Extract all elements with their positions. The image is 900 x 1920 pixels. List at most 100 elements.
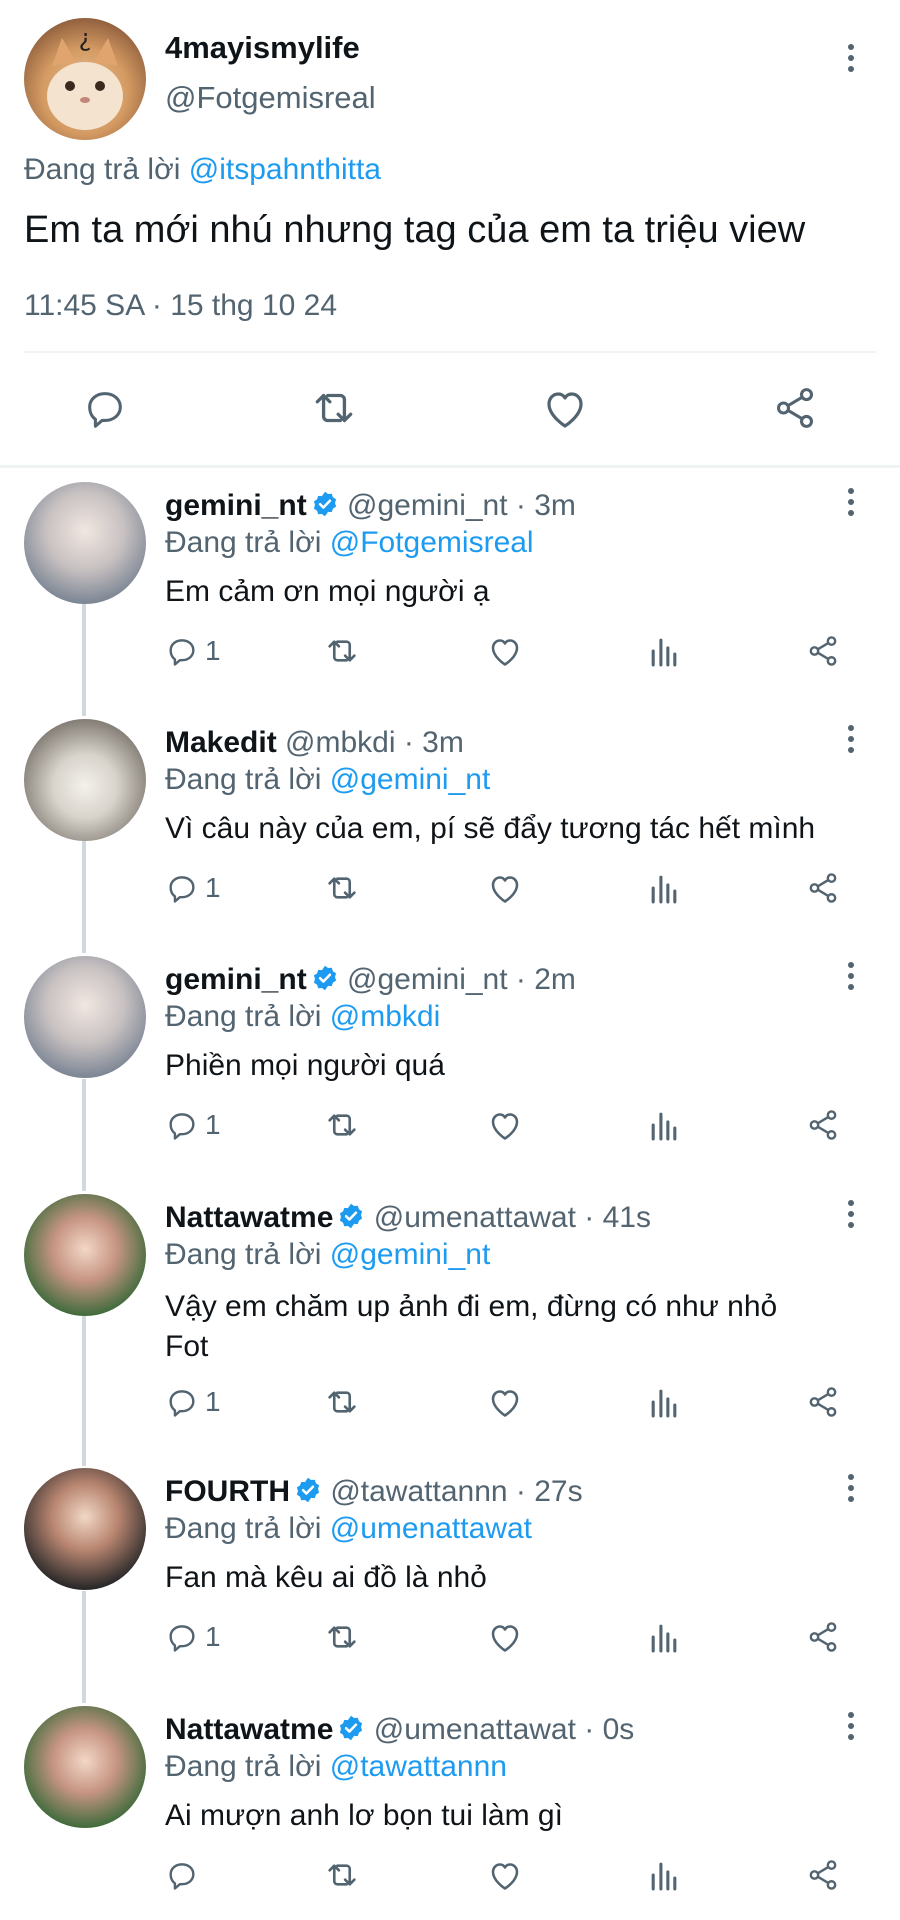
reply-header: Makedit @mbkdi · 3m [165, 726, 464, 760]
retweet-icon[interactable] [322, 871, 362, 905]
views-icon[interactable] [648, 634, 680, 668]
reply-icon[interactable] [165, 634, 199, 668]
more-icon[interactable] [845, 1712, 857, 1740]
reply-prefix: Đang trả lời [165, 763, 322, 796]
views-icon[interactable] [648, 871, 680, 905]
avatar[interactable] [24, 482, 146, 604]
share-icon[interactable] [806, 1385, 840, 1419]
reply-to-link[interactable]: @itspahnthitta [189, 153, 381, 186]
share-icon[interactable] [806, 1108, 840, 1142]
svg-text:¿: ¿ [79, 24, 92, 52]
reply-to-link[interactable]: @mbkdi [330, 1000, 440, 1033]
reply-action[interactable]: 1 [165, 1620, 221, 1654]
avatar[interactable]: ¿ [24, 18, 146, 140]
verified-badge-icon [294, 1476, 322, 1512]
views-icon[interactable] [648, 1385, 680, 1419]
handle-and-time[interactable]: @gemini_nt · 3m [347, 489, 576, 522]
reply-icon[interactable] [165, 1385, 199, 1419]
reply-icon[interactable] [165, 871, 199, 905]
replying-to: Đang trả lời @umenattawat [165, 1512, 532, 1546]
thread-line [82, 1079, 86, 1191]
handle-and-time[interactable]: @umenattawat · 41s [374, 1201, 651, 1234]
share-icon[interactable] [806, 871, 840, 905]
retweet-icon[interactable] [322, 634, 362, 668]
display-name[interactable]: Makedit [165, 726, 277, 759]
reply-count: 1 [205, 635, 221, 666]
display-name[interactable]: 4mayismylife [165, 30, 360, 66]
tweet-text: Fan mà kêu ai đồ là nhỏ [165, 1561, 487, 1594]
reply-action[interactable]: 1 [165, 1108, 221, 1142]
more-icon[interactable] [845, 488, 857, 516]
reply-header: FOURTH @tawattannn · 27s [165, 1475, 583, 1512]
like-icon[interactable] [487, 1620, 523, 1654]
display-name[interactable]: Nattawatme [165, 1201, 333, 1234]
reply-header: Nattawatme @umenattawat · 0s [165, 1713, 634, 1750]
avatar[interactable] [24, 1706, 146, 1828]
retweet-icon[interactable] [322, 1858, 362, 1892]
tweet-text-line: Fot [165, 1330, 209, 1363]
avatar[interactable] [24, 719, 146, 841]
like-icon[interactable] [487, 871, 523, 905]
views-icon[interactable] [648, 1858, 680, 1892]
handle-and-time[interactable]: @gemini_nt · 2m [347, 963, 576, 996]
reply-action[interactable] [165, 1858, 205, 1892]
reply-to-link[interactable]: @tawattannn [330, 1750, 507, 1783]
display-name[interactable]: FOURTH [165, 1475, 290, 1508]
more-icon[interactable] [845, 962, 857, 990]
tweet-text: Phiền mọi người quá [165, 1049, 445, 1082]
reply-count: 1 [205, 1109, 221, 1140]
tweet-text: Ai mượn anh lơ bọn tui làm gì [165, 1799, 563, 1832]
reply-prefix: Đang trả lời [165, 1512, 322, 1545]
reply-count: 1 [205, 872, 221, 903]
avatar[interactable] [24, 1468, 146, 1590]
share-icon[interactable] [806, 1620, 840, 1654]
like-icon[interactable] [487, 1858, 523, 1892]
reply-to-link[interactable]: @gemini_nt [330, 763, 491, 796]
share-icon[interactable] [772, 385, 818, 431]
like-icon[interactable] [487, 634, 523, 668]
thread-line [82, 1316, 86, 1466]
reply-action[interactable]: 1 [165, 871, 221, 905]
reply-to-link[interactable]: @Fotgemisreal [330, 526, 534, 559]
thread-line [82, 841, 86, 953]
reply-icon[interactable] [165, 1620, 199, 1654]
handle-and-time[interactable]: @umenattawat · 0s [374, 1713, 635, 1746]
like-icon[interactable] [487, 1385, 523, 1419]
views-icon[interactable] [648, 1108, 680, 1142]
retweet-icon[interactable] [322, 1620, 362, 1654]
reply-icon[interactable] [82, 385, 128, 431]
retweet-icon[interactable] [322, 1108, 362, 1142]
reply-to-link[interactable]: @gemini_nt [330, 1238, 491, 1271]
handle-and-time[interactable]: @mbkdi · 3m [285, 726, 464, 759]
reply-count: 1 [205, 1386, 221, 1417]
display-name[interactable]: gemini_nt [165, 489, 307, 522]
retweet-icon[interactable] [309, 385, 359, 431]
replying-to: Đang trả lời @gemini_nt [165, 763, 490, 797]
like-icon[interactable] [487, 1108, 523, 1142]
more-icon[interactable] [845, 1474, 857, 1502]
reply-icon[interactable] [165, 1108, 199, 1142]
like-icon[interactable] [541, 385, 589, 431]
reply-icon[interactable] [165, 1858, 199, 1892]
reply-prefix: Đang trả lời [165, 1000, 322, 1033]
replying-to: Đang trả lời @mbkdi [165, 1000, 440, 1034]
reply-header: gemini_nt @gemini_nt · 3m [165, 489, 576, 526]
share-icon[interactable] [806, 634, 840, 668]
display-name[interactable]: Nattawatme [165, 1713, 333, 1746]
avatar[interactable] [24, 1194, 146, 1316]
share-icon[interactable] [806, 1858, 840, 1892]
views-icon[interactable] [648, 1620, 680, 1654]
handle[interactable]: @Fotgemisreal [165, 80, 376, 116]
more-icon[interactable] [845, 1200, 857, 1228]
retweet-icon[interactable] [322, 1385, 362, 1419]
handle-and-time[interactable]: @tawattannn · 27s [330, 1475, 582, 1508]
more-icon[interactable] [845, 44, 857, 72]
reply-prefix: Đang trả lời [165, 1750, 322, 1783]
more-icon[interactable] [845, 725, 857, 753]
reply-action[interactable]: 1 [165, 1385, 221, 1419]
reply-action[interactable]: 1 [165, 634, 221, 668]
verified-badge-icon [311, 490, 339, 526]
display-name[interactable]: gemini_nt [165, 963, 307, 996]
reply-to-link[interactable]: @umenattawat [330, 1512, 532, 1545]
avatar[interactable] [24, 956, 146, 1078]
